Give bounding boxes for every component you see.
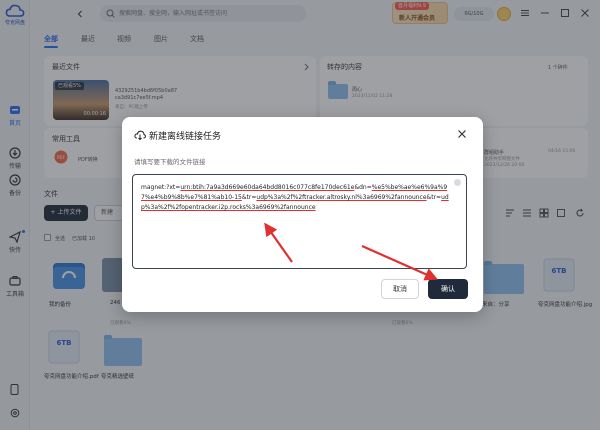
- link-textarea[interactable]: magnet:?xt=urn:btih:7a9a3d669e60da64bdd8…: [132, 174, 467, 269]
- cloud-download-icon: [134, 130, 146, 141]
- link-hash: urn:btih:7a9a3d669e60da64bdd8016c077c8fe…: [180, 184, 355, 191]
- offline-link-dialog: 新建离线链接任务 请填写要下载的文件链接 magnet:?xt=urn:btih…: [122, 117, 483, 312]
- cancel-button[interactable]: 取消: [381, 279, 419, 299]
- link-sep: &dn=: [354, 184, 372, 191]
- close-icon[interactable]: [457, 129, 467, 139]
- confirm-button[interactable]: 确认: [428, 279, 468, 299]
- link-text: magnet:?xt=urn:btih:7a9a3d669e60da64bdd8…: [141, 183, 456, 213]
- dialog-prompt: 请填写要下载的文件链接: [134, 158, 206, 166]
- link-prefix: magnet:?xt=: [141, 184, 181, 191]
- link-sep: &tr=: [426, 194, 442, 201]
- link-tracker-1: udp%3a%2f%2ftracker.altrosky.nl%3a6969%2…: [256, 194, 427, 201]
- link-sep: &tr=: [241, 194, 257, 201]
- dialog-title: 新建离线链接任务: [149, 132, 222, 142]
